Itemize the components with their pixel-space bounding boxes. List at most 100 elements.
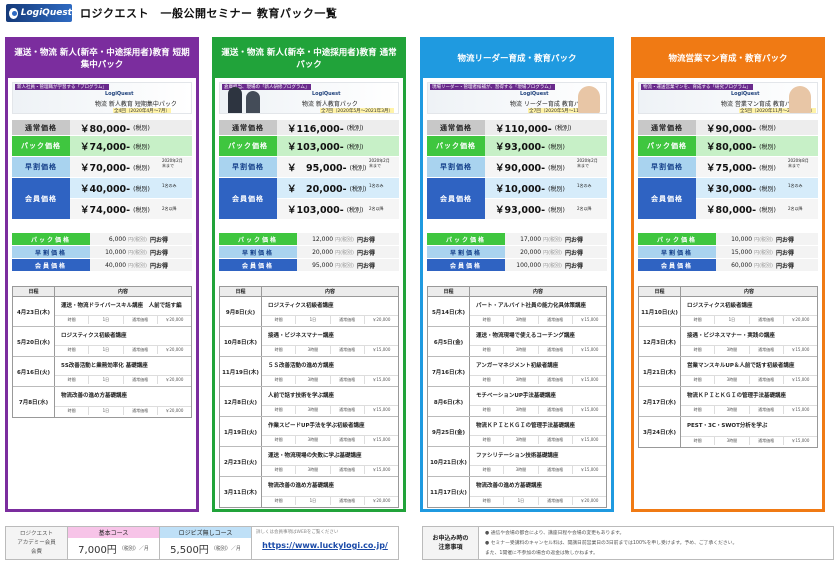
session-row: 3月24日(水) PEST・3C・SWOT分析を学ぶ 時間 3時間 通常価格 ￥15,00… (639, 417, 817, 447)
price-label: 早割価格 (12, 157, 70, 177)
schedule-header: 日程 内容 (13, 287, 191, 297)
session-date: 2月23日(火) (220, 447, 262, 476)
session-title: 物流ＫＰＩとＫＧＩの管理手法基礎講座 (476, 423, 576, 429)
session-date: 11月17日(火) (428, 477, 470, 507)
price-row: パック価格 ￥74,000- (税別) (12, 136, 192, 156)
session-row: 6月16日(火) 5S改善活動と業務効率化 基礎講座 時間 1日 通常価格 ￥20,000 (13, 357, 191, 387)
savings-value: 95,000 円(税別) 円お得 (297, 259, 399, 271)
session-row: 7月16日(木) アンガーマネジメント初級者講座 時間 3時間 通常価格 ￥15,000 (428, 357, 606, 387)
session-date: 11月10日(火) (639, 297, 681, 326)
notice-text: ● 通信や会場の都合により、講座日程や会場の変更もあります。 ● セミナー受講料… (479, 527, 833, 559)
savings-row: パック価格 6,000 円(税別) 円お得 (12, 233, 192, 245)
savings-row: パック価格 17,000 円(税別) 円お得 (427, 233, 607, 245)
savings-label: 早割価格 (12, 246, 90, 258)
session-row: 3月11日(木) 物流改善の進め方基礎講座 時間 1日 通常価格 ￥20,000 (220, 477, 398, 507)
pack-column-purple: 運送・物流 新人(新卒・中途採用者)教育 短期集中パック新人社員・管理職が学習す… (5, 37, 199, 512)
savings-label: 会員価格 (219, 259, 297, 271)
session-date: 2月17日(水) (639, 387, 681, 416)
savings-label: 会員価格 (638, 259, 716, 271)
price-value: ￥ 20,000- (税別) (277, 178, 399, 198)
session-title: 物流ＫＰＩとＫＧＩの管理手法基礎講座 (687, 393, 787, 399)
price-label: 通常価格 (12, 120, 70, 135)
session-title: ロジスティクス初級者講座 (687, 303, 753, 309)
member-note: 2名以降 (162, 206, 177, 211)
session-date: 4月23日(木) (13, 297, 55, 326)
session-row: 10月21日(水) ファシリテーション技術基礎講座 時間 3時間 通常価格 ￥15,000 (428, 447, 606, 477)
price-value: ￥80,000- (税別) (70, 120, 192, 135)
session-date: 8月6日(木) (428, 387, 470, 416)
price-label: パック価格 (427, 136, 485, 156)
session-title: 運送・物流現場の失敗に学ぶ基礎講座 (268, 453, 362, 459)
session-meta: 時間 1日 通常価格 ￥20,000 (55, 345, 191, 354)
session-title: 営業マンスキルUP＆人前で話す初級者講座 (687, 363, 795, 369)
session-title: 運送・物流現場で使えるコーチング講座 (476, 333, 575, 339)
session-date: 10月8日(木) (220, 327, 262, 356)
pack-banner: 物流・運送営業マンを、育成する「研究プログラム」 LogiQuest 物流 営業マン… (638, 82, 818, 114)
session-meta: 時間 3時間 通常価格 ￥15,000 (470, 345, 606, 354)
savings-value: 15,000 円(税別) 円お得 (716, 246, 818, 258)
session-title: 物流改善の進め方基礎講座 (61, 393, 128, 399)
session-date: 7月8日(水) (13, 387, 55, 417)
banner-brand: LogiQuest (312, 91, 341, 97)
early-deadline-note: 2020年8月末まで (788, 158, 809, 168)
savings-value: 17,000 円(税別) 円お得 (505, 233, 607, 245)
savings-label: 早割価格 (638, 246, 716, 258)
pack-banner: 倉庫担当、現場の「新人研修プログラム」 LogiQuest 物流 新人教育パック 全7… (219, 82, 399, 114)
price-value: ￥93,000- (税別) (485, 136, 607, 156)
banner-pack-name: 物流 新人教育パック (302, 101, 358, 108)
savings-value: 60,000 円(税別) 円お得 (716, 259, 818, 271)
pack-title: 物流リーダー育成・教育パック (423, 40, 611, 78)
savings-row: 早割価格 20,000 円(税別) 円お得 (219, 246, 399, 258)
price-value: ￥74,000- (税別) (70, 136, 192, 156)
notice-line: ● 通信や会場の都合により、講座日程や会場の変更もあります。 (485, 531, 625, 536)
session-date: 11月19日(木) (220, 357, 262, 386)
session-meta: 時間 3時間 通常価格 ￥15,000 (262, 465, 398, 474)
basic-course: 基本コース 7,000円 （税別）／月 (68, 527, 160, 559)
savings-label: 早割価格 (219, 246, 297, 258)
banner-period: 全4回（2020年4月〜7月） (113, 108, 172, 114)
price-value: ￥40,000- (税別) (70, 178, 192, 198)
website-link[interactable]: https://www.luckylogi.co.jp/ (256, 541, 394, 550)
session-row: 5月14日(木) パート・アルバイト社員の能力化具体策講座 時間 3時間 通常価格 ￥15… (428, 297, 606, 327)
early-deadline-note: 2020年2月末まで (577, 158, 598, 168)
session-title: 人前で話す技術を学ぶ講座 (268, 393, 335, 399)
savings-value: 40,000 円(税別) 円お得 (90, 259, 192, 271)
notice-line: ● セミナー受講料のキャンセル料は、開講日前営業日の3日前までは100%を申し受… (485, 541, 738, 546)
savings-value: 12,000 円(税別) 円お得 (297, 233, 399, 245)
pack-banner: 新人社員・管理職が学習する「プログラム」 LogiQuest 物流 新人教育 短期集… (12, 82, 192, 114)
session-title: 物流改善の進め方基礎講座 (268, 483, 335, 489)
banner-tagline: 現場リーダー・管理者候補が、習得する「現場プログラム」 (430, 84, 556, 90)
session-row: 9月25日(金) 物流ＫＰＩとＫＧＩの管理手法基礎講座 時間 3時間 通常価格 ￥15,0… (428, 417, 606, 447)
pack-title: 運送・物流 新人(新卒・中途採用者)教育 短期集中パック (8, 40, 196, 78)
member-note: 1名のみ (369, 183, 384, 188)
schedule-header: 日程 内容 (639, 287, 817, 297)
price-label: 通常価格 (219, 120, 277, 135)
session-meta: 時間 3時間 通常価格 ￥15,000 (681, 405, 817, 414)
price-value: ￥30,000- (税別) (696, 178, 818, 198)
page-title: ロジクエスト 一般公開セミナー 教育パック一覧 (80, 7, 338, 20)
savings-value: 20,000 円(税別) 円お得 (297, 246, 399, 258)
session-meta: 時間 1日 通常価格 ￥20,000 (262, 315, 398, 324)
savings-value: 100,000 円(税別) 円お得 (505, 259, 607, 271)
membership-label: ロジクエスト アカデミー会員 会費 (6, 527, 68, 559)
price-label: 会員価格 (12, 178, 70, 219)
savings-label: 早割価格 (427, 246, 505, 258)
member-note: 2名以降 (788, 206, 803, 211)
session-title: ５Ｓ改善活動の進め方講座 (268, 363, 335, 369)
session-meta: 時間 1日 通常価格 ￥20,000 (55, 375, 191, 384)
price-label: パック価格 (12, 136, 70, 156)
basic-course-title: 基本コース (68, 527, 159, 538)
logo-text: LogiQuest (20, 8, 72, 18)
membership-fee-box: ロジクエスト アカデミー会員 会費 基本コース 7,000円 （税別）／月 ロジビ… (5, 526, 399, 560)
session-date: 6月16日(火) (13, 357, 55, 386)
price-table: 通常価格 ￥90,000- (税別) パック価格 ￥80,000- (税別) 早割価格 ￥75… (638, 120, 818, 219)
price-row: パック価格 ￥80,000- (税別) (638, 136, 818, 156)
banner-pack-name: 物流 新人教育 短期集中パック (95, 101, 177, 108)
price-row: パック価格 ￥93,000- (税別) (427, 136, 607, 156)
session-date: 9月25日(金) (428, 417, 470, 446)
unlimited-course-price: 5,500円 （税別）／月 (170, 545, 241, 556)
session-title: ファシリテーション技術基礎講座 (476, 453, 559, 459)
savings-table: パック価格 17,000 円(税別) 円お得 早割価格 20,000 円(税別) 円お得 会員価… (427, 233, 607, 272)
savings-table: パック価格 12,000 円(税別) 円お得 早割価格 20,000 円(税別) 円お得 会員価… (219, 233, 399, 272)
person-photo-icon (789, 86, 811, 113)
